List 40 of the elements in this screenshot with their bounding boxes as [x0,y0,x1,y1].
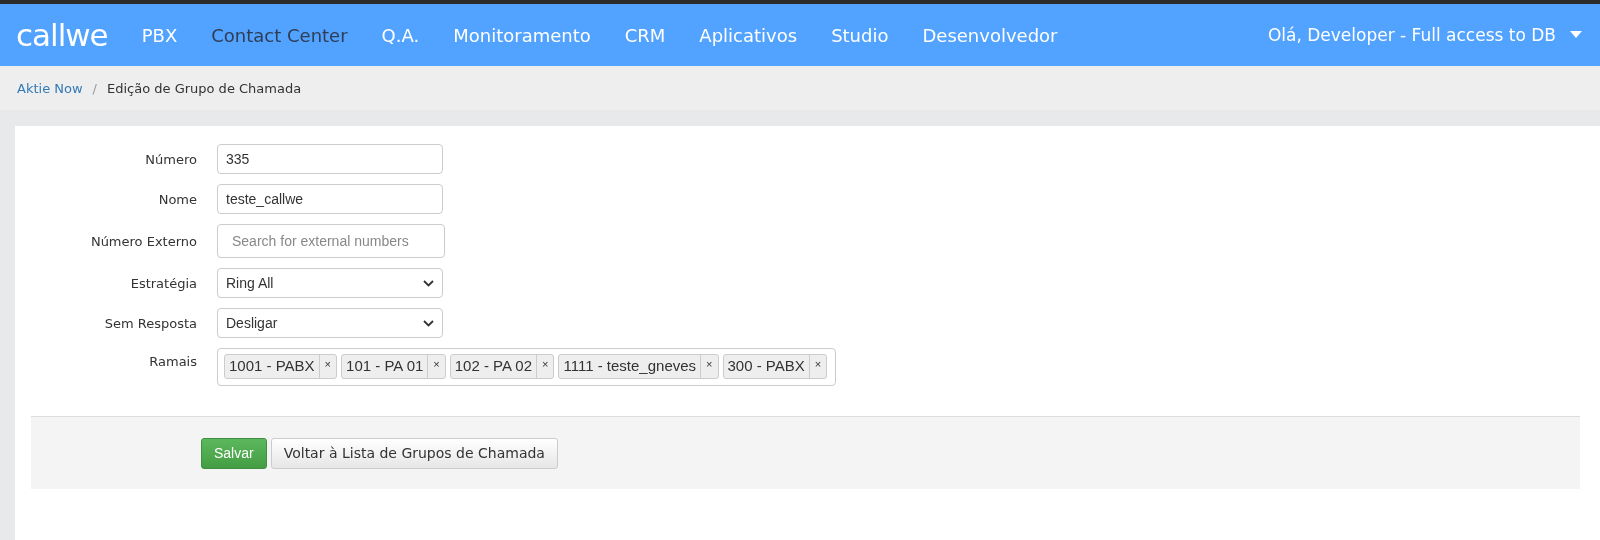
tag-label: 101 - PA 01 [345,356,425,376]
field-label: Número [144,151,198,167]
nav-item[interactable]: Monitoramento [453,24,591,46]
nav-item[interactable]: CRM [624,24,666,46]
chevron-down-icon [423,319,434,327]
breadcrumb-separator: / [92,80,97,96]
tag-label: 300 - PABX [726,356,806,376]
select-field[interactable]: Desligar [217,308,443,338]
nav-item[interactable]: Aplicativos [699,24,798,46]
brand-logo[interactable]: callwe [16,17,108,53]
tag-label: 102 - PA 02 [453,356,534,376]
remove-button[interactable]: × [318,355,337,378]
save-button[interactable]: Salvar [201,437,267,469]
tag-label: 1111 - teste_gneves [562,356,698,376]
field-label: Estratégia [129,275,198,291]
caret-icon[interactable] [1570,31,1582,39]
breadcrumb-link[interactable]: Aktie Now [17,80,83,96]
nav-item[interactable]: Desenvolvedor [922,24,1058,46]
nav-item[interactable]: Studio [831,24,889,46]
remove-button[interactable]: × [700,355,718,378]
user-menu[interactable]: Olá, Developer - Full access to DB [1267,25,1556,45]
chevron-down-icon [423,279,434,287]
input-field[interactable]: teste_callwe [217,184,443,214]
nav-item[interactable]: Contact Center [211,24,348,46]
field-label: Número Externo [89,233,198,249]
breadcrumb-current: Edição de Grupo de Chamada [106,80,302,96]
input-field[interactable]: 335 [217,144,443,174]
remove-button[interactable]: × [427,355,445,378]
search-field[interactable]: Search for external numbers [217,224,445,258]
tags-field[interactable]: 1001 - PABX × 101 - PA 01 × 102 - PA 02 × 1111 - teste_gneves × 300 - PABX × [217,348,836,386]
nav-item[interactable]: Q.A. [381,24,420,46]
tag-label: 1001 - PABX [228,356,316,376]
field-label: Sem Resposta [103,315,198,331]
nav-item[interactable]: PBX [141,24,178,46]
field-label: Nome [157,191,198,207]
remove-button[interactable]: × [536,355,554,378]
field-label: Ramais [148,353,198,369]
select-field[interactable]: Ring All [217,268,443,298]
back-button[interactable]: Voltar à Lista de Grupos de Chamada [270,437,558,469]
remove-button[interactable]: × [808,355,827,378]
